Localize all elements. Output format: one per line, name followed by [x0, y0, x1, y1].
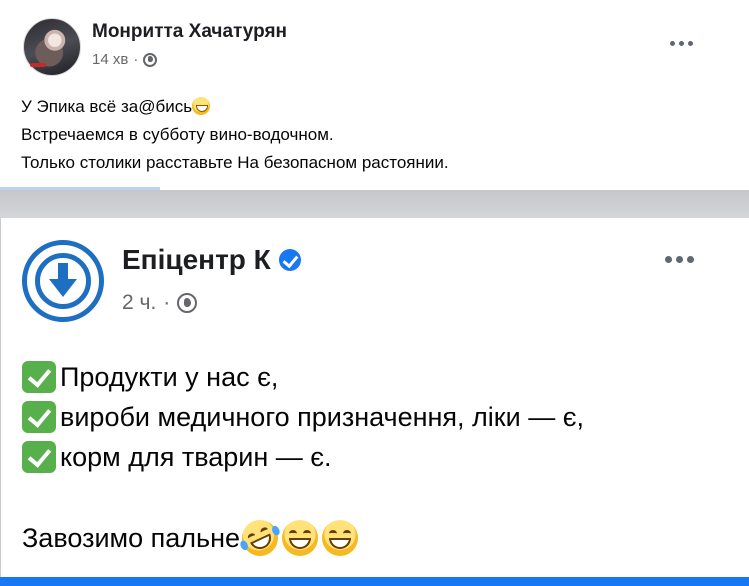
line-text: вироби медичного призначення, ліки — є,	[60, 402, 584, 432]
post-meta: 14 хв ·	[92, 51, 158, 68]
post-line: корм для тварин — є.	[22, 437, 584, 477]
logo-mark-icon	[49, 263, 77, 297]
post-line: Встречаемся в субботу вино-водочном.	[21, 125, 334, 144]
globe-icon	[177, 293, 198, 313]
author-name[interactable]: Монритта Хачатурян	[92, 21, 287, 43]
page-logo[interactable]	[22, 240, 104, 322]
post-card-1: Монритта Хачатурян 14 хв · У Эпика всё з…	[0, 0, 749, 190]
feed-separator	[0, 190, 749, 218]
post-time[interactable]: 14 хв	[92, 51, 128, 68]
meta-separator: ·	[163, 291, 171, 314]
more-options-icon[interactable]	[670, 41, 693, 46]
grinning-emoji-icon	[192, 97, 211, 115]
post-line: Продукти у нас є,	[22, 357, 584, 397]
post-line: У Эпика всё за@бись	[21, 93, 449, 121]
globe-icon	[143, 52, 158, 67]
line-text: корм для тварин — є.	[60, 442, 332, 472]
final-text: Завозимо пальне	[22, 522, 241, 553]
post-time[interactable]: 2 ч.	[122, 291, 156, 315]
post-meta: 2 ч. ·	[122, 291, 198, 315]
avatar-decoration	[30, 63, 46, 67]
check-mark-icon	[22, 441, 56, 473]
bottom-accent-bar	[0, 577, 749, 586]
check-mark-icon	[22, 401, 56, 433]
post-line: Только столики расставьте На безопасном …	[21, 153, 449, 172]
verified-badge-icon	[278, 249, 301, 271]
check-mark-icon	[22, 361, 56, 393]
page-name-text: Епіцентр К	[122, 244, 271, 275]
rofl-emoji-icon	[236, 514, 284, 562]
smiling-emoji-icon	[282, 520, 319, 556]
smiling-emoji-icon	[322, 520, 359, 556]
author-avatar[interactable]	[23, 18, 81, 76]
more-options-icon[interactable]	[665, 256, 694, 263]
post-final-line: Завозимо пальне	[22, 514, 359, 562]
meta-separator: ·	[133, 51, 139, 68]
page-name[interactable]: Епіцентр К	[122, 244, 301, 276]
line-text: Продукти у нас є,	[60, 362, 279, 392]
post-text: Продукти у нас є, вироби медичного призн…	[22, 357, 584, 477]
post-text: У Эпика всё за@бись Встречаемся в суббот…	[21, 93, 449, 177]
post-line: вироби медичного призначення, ліки — є,	[22, 397, 584, 437]
